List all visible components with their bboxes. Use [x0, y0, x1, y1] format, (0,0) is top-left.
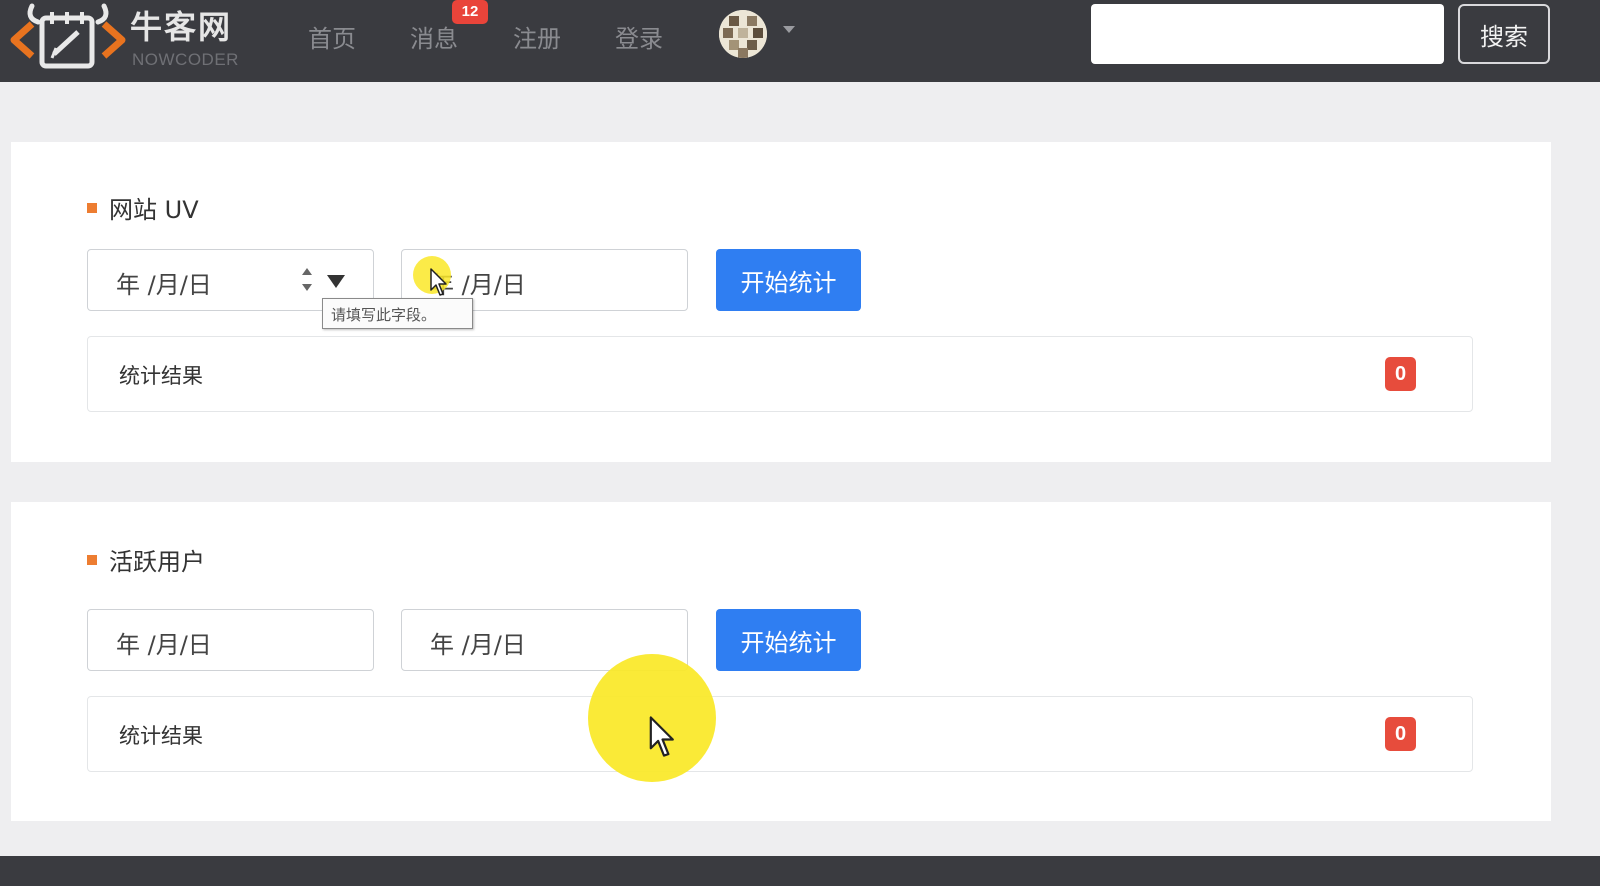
- logo-icon: [10, 3, 126, 69]
- avatar-image: [719, 10, 767, 58]
- uv-result-box: 统计结果 0: [87, 336, 1473, 412]
- top-navbar: 牛客网 NOWCODER 首页 消息 12 注册 登录 搜索: [0, 0, 1600, 82]
- caret-down-icon[interactable]: [783, 26, 795, 33]
- mouse-cursor-icon: [649, 716, 674, 757]
- uv-start-button[interactable]: 开始统计: [716, 249, 861, 311]
- active-result-box: 统计结果 0: [87, 696, 1473, 772]
- result-count-badge: 0: [1385, 717, 1416, 751]
- date-spinner[interactable]: [300, 264, 314, 298]
- calendar-dropdown-icon[interactable]: [327, 275, 345, 288]
- result-count-badge: 0: [1385, 357, 1416, 391]
- active-section-title: 活跃用户: [87, 542, 205, 577]
- nav-home[interactable]: 首页: [308, 19, 356, 54]
- date-placeholder: 年 /月/日: [116, 631, 212, 659]
- title-marker: [87, 203, 97, 213]
- logo-subtext: NOWCODER: [132, 50, 239, 69]
- result-label: 统计结果: [119, 724, 203, 748]
- site-logo[interactable]: 牛客网 NOWCODER: [8, 0, 248, 76]
- spin-down-icon[interactable]: [302, 284, 312, 291]
- avatar[interactable]: [719, 10, 767, 58]
- message-count-badge: 12: [452, 0, 488, 24]
- search-button[interactable]: 搜索: [1458, 4, 1550, 64]
- active-start-date-input[interactable]: 年 /月/日: [87, 609, 374, 671]
- uv-section-title: 网站 UV: [87, 190, 199, 225]
- nav-login[interactable]: 登录: [615, 19, 663, 54]
- active-start-button[interactable]: 开始统计: [716, 609, 861, 671]
- mouse-cursor-icon: [430, 268, 447, 296]
- title-marker: [87, 555, 97, 565]
- validation-tooltip: 请填写此字段。: [322, 298, 473, 329]
- date-placeholder: 年 /月/日: [116, 271, 212, 299]
- spin-up-icon[interactable]: [302, 268, 312, 275]
- nav-register[interactable]: 注册: [513, 19, 561, 54]
- nav-messages[interactable]: 消息: [410, 19, 458, 54]
- uv-panel: 网站 UV 年 /月/日 年 /月/日 开始统计 统计结果 0: [11, 142, 1551, 462]
- logo-text: 牛客网: [130, 8, 233, 46]
- footer: [0, 856, 1600, 886]
- search-input[interactable]: [1091, 4, 1444, 64]
- result-label: 统计结果: [119, 364, 203, 388]
- date-placeholder: 年 /月/日: [430, 631, 526, 659]
- active-title-text: 活跃用户: [109, 548, 205, 576]
- uv-title-text: 网站 UV: [109, 196, 199, 224]
- active-users-panel: 活跃用户 年 /月/日 年 /月/日 开始统计 统计结果 0: [11, 502, 1551, 821]
